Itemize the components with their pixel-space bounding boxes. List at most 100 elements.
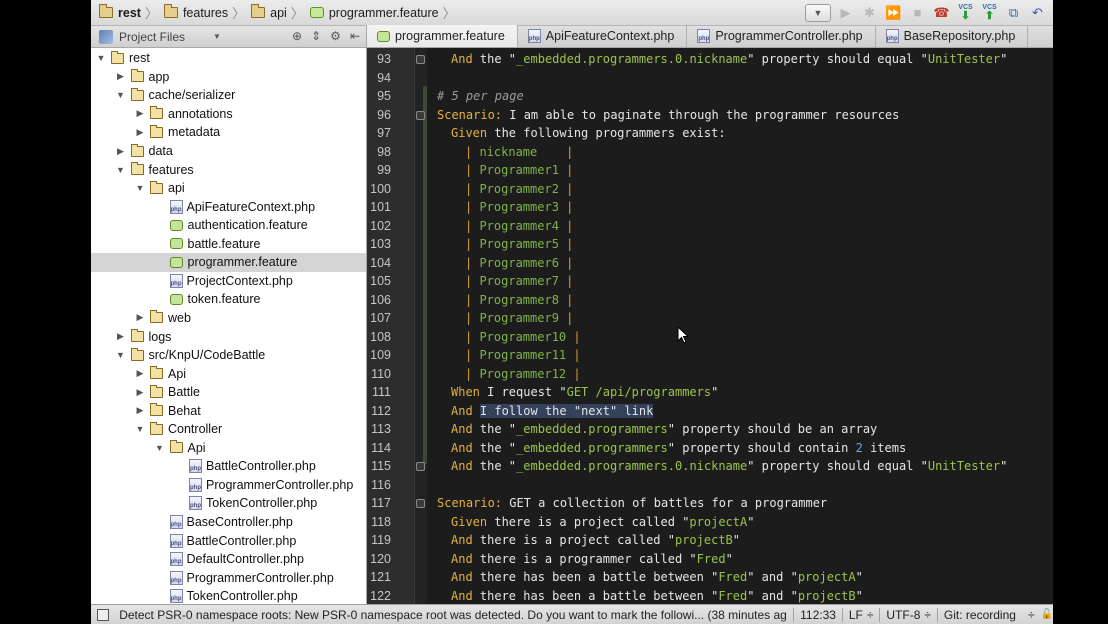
vcs-branch[interactable]: Git: recording [944,608,1016,622]
caret-position[interactable]: 112:33 [800,608,836,622]
chevron-down-icon[interactable]: ▼ [213,32,221,41]
expanded-arrow-icon[interactable]: ▼ [154,443,166,453]
code-token: Programmer3 [479,200,567,215]
status-divider [841,607,843,622]
tree-file[interactable]: php TokenController.php [91,587,366,604]
fold-collapse-icon[interactable] [416,110,425,120]
tree-folder[interactable]: ▶ data [91,142,366,161]
status-divider [793,607,795,622]
collapse-all-icon[interactable]: ⇕ [311,29,321,43]
run-configuration-dropdown[interactable]: ▼ [805,3,831,22]
line-number: 103 [370,237,391,252]
expanded-arrow-icon[interactable]: ▼ [134,183,146,193]
tree-folder[interactable]: ▶ app [91,68,366,87]
tree-folder[interactable]: ▼ rest [91,49,366,68]
collapsed-arrow-icon[interactable]: ▶ [134,127,146,138]
tree-folder[interactable]: ▼ api [91,179,366,198]
tree-folder[interactable]: ▼ cache/serializer [91,86,366,105]
tree-folder[interactable]: ▶ Behat [91,401,366,420]
revert-icon[interactable]: ↶ [1028,3,1047,22]
tree-file[interactable]: php ProgrammerController.php [91,568,366,587]
tree-folder[interactable]: ▼ Api [91,439,366,458]
collapsed-arrow-icon[interactable]: ▶ [134,108,146,119]
hide-panel-icon[interactable]: ⇤ [350,29,360,43]
code-token: projectB [674,533,733,548]
tree-folder[interactable]: ▶ Battle [91,383,366,402]
tree-file[interactable]: php BattleController.php [91,457,366,476]
code-token: nickname [479,144,567,159]
fold-collapse-icon[interactable] [416,499,425,508]
tree-folder[interactable]: ▶ web [91,309,366,328]
file-encoding[interactable]: UTF-8 [886,608,920,622]
editor-tab[interactable]: programmer.feature [367,25,518,47]
tree-file[interactable]: battle.feature [91,235,366,254]
collapsed-arrow-icon[interactable]: ▶ [115,71,127,82]
breadcrumb-item-root[interactable]: rest [118,6,141,20]
collapsed-arrow-icon[interactable]: ▶ [134,387,146,398]
collapsed-arrow-icon[interactable]: ▶ [134,368,146,379]
collapsed-arrow-icon[interactable]: ▶ [115,146,127,157]
editor-tab[interactable]: php BaseRepository.php [876,25,1029,47]
locate-icon[interactable]: ⊕ [292,29,302,43]
editor-tab[interactable]: php ApiFeatureContext.php [518,25,688,47]
tree-folder[interactable]: ▶ logs [91,327,366,346]
code-token: Scenario: [437,496,503,511]
code-token: And [451,440,473,455]
code-text: | Programmer9 | [465,311,573,325]
tree-file[interactable]: php DefaultController.php [91,550,366,569]
collapsed-arrow-icon[interactable]: ▶ [115,331,127,342]
gear-icon[interactable]: ⚙ [330,29,341,43]
collapsed-arrow-icon[interactable]: ▶ [134,405,146,416]
breadcrumb-item-api[interactable]: api [270,6,287,20]
collapsed-arrow-icon[interactable]: ▶ [134,312,146,323]
line-separator[interactable]: LF [849,608,863,622]
tree-folder[interactable]: ▼ features [91,160,366,179]
expanded-arrow-icon[interactable]: ▼ [115,350,127,360]
tree-file[interactable]: php ApiFeatureContext.php [91,197,366,216]
fold-end-icon[interactable] [416,462,425,471]
folder-icon [130,87,144,101]
editor-tab-label: programmer.feature [395,29,505,43]
tree-file[interactable]: token.feature [91,290,366,309]
folder-icon [130,329,144,342]
tree-folder[interactable]: ▼ Controller [91,420,366,439]
tree-folder[interactable]: ▶ metadata [91,123,366,142]
lock-icon[interactable]: 🔓 [1041,609,1053,620]
tree-file[interactable]: php BaseController.php [91,513,366,532]
tree-file[interactable]: php ProjectContext.php [91,272,366,291]
tree-file[interactable]: php ProgrammerController.php [91,476,366,495]
expanded-arrow-icon[interactable]: ▼ [115,90,127,100]
fold-end-icon[interactable] [416,55,425,64]
code-line: 107 | Programmer9 | [367,309,1053,328]
vcs-commit-icon[interactable]: VCS ⬆ [980,3,999,22]
project-view-selector[interactable]: Project Files [119,30,185,44]
code-token: Given [451,126,488,141]
expanded-arrow-icon[interactable]: ▼ [115,165,127,175]
code-token: _embedded.programmers.0.nickname [516,52,748,67]
breadcrumb-item-features[interactable]: features [183,6,228,20]
tree-folder[interactable]: ▼ src/KnpU/CodeBattle [91,346,366,365]
expanded-arrow-icon[interactable]: ▼ [134,424,146,434]
vcs-update-icon[interactable]: VCS ⬇ [956,3,975,22]
debug-icon[interactable]: ✱ [860,3,879,22]
run-icon[interactable]: ▶ [836,3,855,22]
tree-file[interactable]: programmer.feature [91,253,366,272]
code-editor[interactable]: 93 And the "_embedded.programmers.0.nickn… [367,48,1053,604]
tree-file[interactable]: authentication.feature [91,216,366,235]
tree-folder[interactable]: ▶ annotations [91,105,366,124]
tool-window-toggle-icon[interactable] [97,608,110,621]
phone-debug-icon[interactable]: ☎ [932,3,951,22]
compare-icon[interactable]: ⧉ [1004,3,1023,22]
run-with-coverage-icon[interactable]: ⏩ [884,3,903,22]
status-message[interactable]: Detect PSR-0 namespace roots: New PSR-0 … [119,608,787,622]
tree-file[interactable]: php TokenController.php [91,494,366,513]
stop-icon[interactable]: ■ [908,3,927,22]
breadcrumb-item-file[interactable]: programmer.feature [329,6,439,20]
tree-folder[interactable]: ▶ Api [91,364,366,383]
code-text: | Programmer7 | [465,274,573,288]
expanded-arrow-icon[interactable]: ▼ [95,53,107,63]
code-token: And [451,403,473,418]
editor-tab[interactable]: php ProgrammerController.php [687,25,876,47]
tree-file[interactable]: php BattleController.php [91,531,366,550]
code-text: And there is a programmer called "Fred" [451,552,733,566]
